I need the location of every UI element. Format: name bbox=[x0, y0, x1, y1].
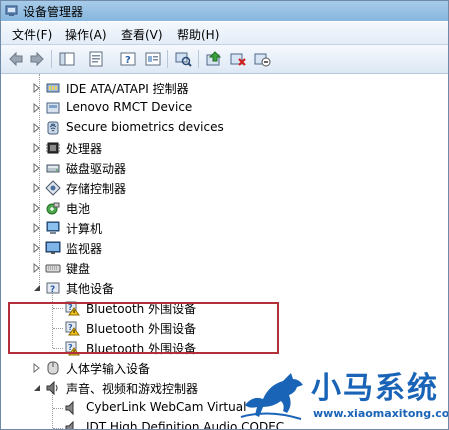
properties-icon[interactable] bbox=[87, 50, 105, 68]
show-hide-tree-icon[interactable] bbox=[58, 50, 76, 68]
tree-item-biometrics[interactable]: Secure biometrics devices bbox=[1, 118, 448, 138]
expand-arrow-icon[interactable] bbox=[32, 143, 42, 153]
collapse-arrow-icon[interactable] bbox=[32, 383, 42, 393]
watermark: 小马系统 www.xiaomaxitong.com bbox=[235, 361, 449, 429]
scan-hardware-icon[interactable] bbox=[174, 50, 192, 68]
tree-item-label: 计算机 bbox=[66, 222, 103, 236]
view-details-icon[interactable] bbox=[144, 50, 162, 68]
toolbar-separator bbox=[51, 50, 52, 68]
toolbar: ? bbox=[1, 45, 448, 74]
device-icon bbox=[45, 100, 61, 116]
tree-item-label: 键盘 bbox=[66, 262, 91, 276]
expand-arrow-icon[interactable] bbox=[32, 123, 42, 133]
forward-icon[interactable] bbox=[28, 50, 46, 68]
horse-logo-icon bbox=[239, 365, 311, 425]
processor-icon bbox=[45, 140, 61, 156]
tree-item-label: 磁盘驱动器 bbox=[66, 162, 127, 176]
window-title: 设备管理器 bbox=[23, 5, 84, 19]
tree-item-ide-controller[interactable]: IDE ATA/ATAPI 控制器 bbox=[1, 78, 448, 98]
tree-item-computer[interactable]: 计算机 bbox=[1, 218, 448, 238]
menu-file[interactable]: 文件(F) bbox=[9, 25, 55, 44]
unknown-device-icon: ? bbox=[45, 280, 61, 296]
tree-item-battery[interactable]: 电池 bbox=[1, 198, 448, 218]
menu-help[interactable]: 帮助(H) bbox=[174, 25, 222, 44]
toolbar-separator bbox=[167, 50, 168, 68]
keyboard-icon bbox=[45, 260, 61, 276]
expand-arrow-icon[interactable] bbox=[32, 83, 42, 93]
tree-item-label: 电池 bbox=[66, 202, 91, 216]
collapse-arrow-icon[interactable] bbox=[32, 283, 42, 293]
tree-item-label: Lenovo RMCT Device bbox=[66, 100, 193, 114]
storage-controller-icon bbox=[45, 180, 61, 196]
expand-arrow-icon[interactable] bbox=[32, 263, 42, 273]
tree-item-label: 声音、视频和游戏控制器 bbox=[66, 382, 199, 396]
update-driver-icon[interactable] bbox=[205, 50, 223, 68]
highlight-box bbox=[8, 302, 279, 354]
tree-item-label: 存储控制器 bbox=[66, 182, 127, 196]
expand-arrow-icon[interactable] bbox=[32, 163, 42, 173]
ide-controller-icon bbox=[45, 80, 61, 96]
disable-icon[interactable] bbox=[253, 50, 271, 68]
speaker-icon bbox=[64, 420, 80, 429]
tree-item-disk-drives[interactable]: 磁盘驱动器 bbox=[1, 158, 448, 178]
speaker-icon bbox=[64, 400, 80, 416]
expand-arrow-icon[interactable] bbox=[32, 223, 42, 233]
menu-bar: 文件(F) 操作(A) 查看(V) 帮助(H) bbox=[1, 22, 448, 45]
expand-arrow-icon[interactable] bbox=[32, 103, 42, 113]
tree-item-other-devices[interactable]: ? 其他设备 bbox=[1, 278, 448, 298]
menu-action[interactable]: 操作(A) bbox=[62, 25, 110, 44]
expand-arrow-icon[interactable] bbox=[32, 363, 42, 373]
tree-item-label: Secure biometrics devices bbox=[66, 120, 224, 134]
tree-item-storage-controllers[interactable]: 存储控制器 bbox=[1, 178, 448, 198]
menu-view[interactable]: 查看(V) bbox=[118, 25, 166, 44]
back-icon[interactable] bbox=[7, 50, 25, 68]
watermark-url: www.xiaomaxitong.com bbox=[313, 407, 449, 420]
biometric-icon bbox=[45, 120, 61, 136]
uninstall-icon[interactable] bbox=[229, 50, 247, 68]
tree-item-label: IDE ATA/ATAPI 控制器 bbox=[66, 82, 189, 96]
sound-icon bbox=[45, 380, 61, 396]
expand-arrow-icon[interactable] bbox=[32, 183, 42, 193]
tree-item-label: 其他设备 bbox=[66, 282, 115, 296]
tree-item-label: 监视器 bbox=[66, 242, 103, 256]
battery-icon bbox=[45, 200, 61, 216]
tree-item-lenovo-rmct[interactable]: Lenovo RMCT Device bbox=[1, 98, 448, 118]
svg-text:?: ? bbox=[50, 285, 55, 295]
watermark-title: 小马系统 bbox=[311, 371, 439, 406]
title-bar[interactable]: 设备管理器 bbox=[1, 1, 448, 21]
expand-arrow-icon[interactable] bbox=[32, 243, 42, 253]
tree-item-processor[interactable]: 处理器 bbox=[1, 138, 448, 158]
computer-icon bbox=[45, 220, 61, 236]
monitor-icon bbox=[45, 240, 61, 256]
tree-item-label: CyberLink WebCam Virtual bbox=[86, 400, 247, 414]
device-manager-app-icon bbox=[5, 4, 18, 17]
tree-item-keyboards[interactable]: 键盘 bbox=[1, 258, 448, 278]
tree-item-label: 人体学输入设备 bbox=[66, 362, 151, 376]
toolbar-separator bbox=[198, 50, 199, 68]
help-icon[interactable]: ? bbox=[119, 50, 137, 68]
svg-text:?: ? bbox=[125, 55, 131, 66]
disk-drive-icon bbox=[45, 160, 61, 176]
hid-icon bbox=[45, 360, 61, 376]
tree-item-label: 处理器 bbox=[66, 142, 103, 156]
device-manager-window: 设备管理器 文件(F) 操作(A) 查看(V) 帮助(H) ? IDE ATA/… bbox=[0, 0, 449, 430]
tree-item-monitors[interactable]: 监视器 bbox=[1, 238, 448, 258]
expand-arrow-icon[interactable] bbox=[32, 203, 42, 213]
